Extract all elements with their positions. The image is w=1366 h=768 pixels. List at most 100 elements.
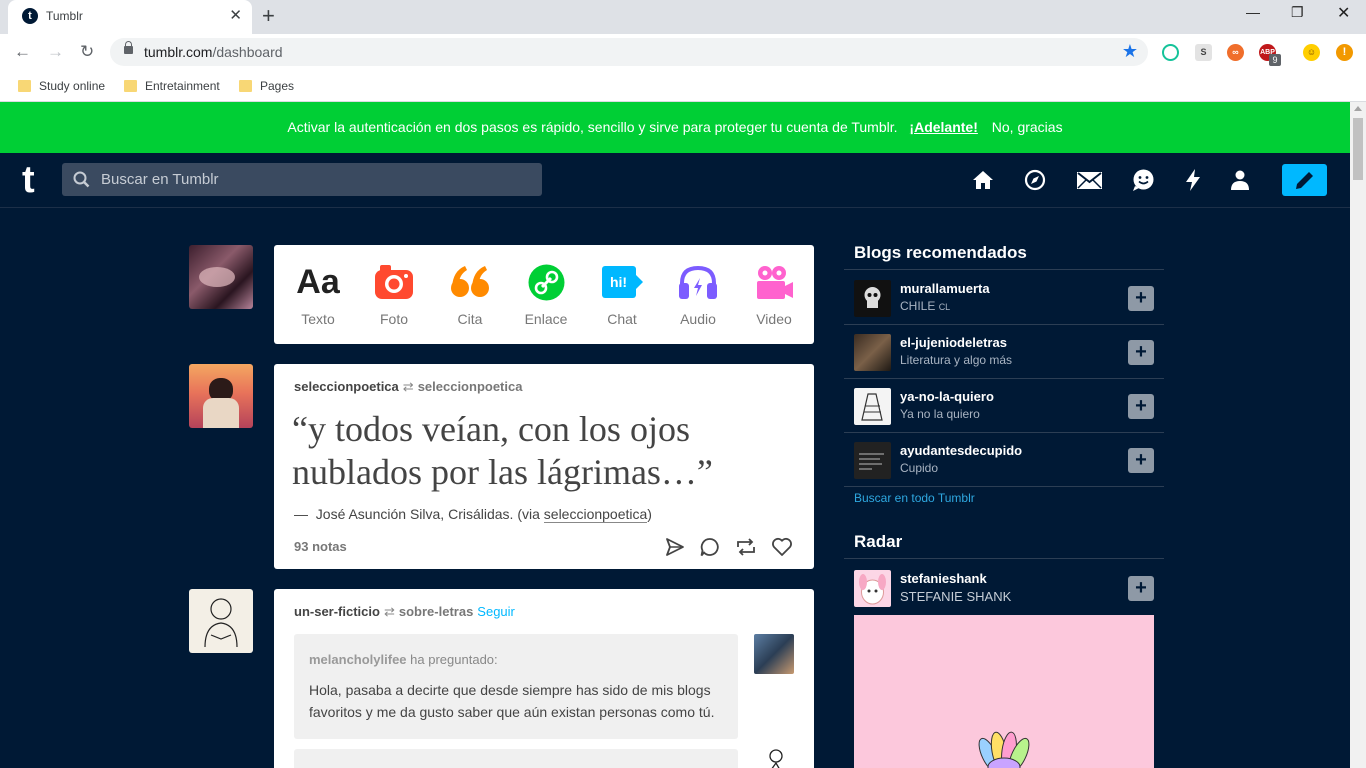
explore-icon[interactable]	[1024, 169, 1046, 191]
address-bar[interactable]: tumblr.com/dashboard ★	[110, 38, 1148, 66]
post-type-quote[interactable]: Cita	[435, 263, 505, 327]
account-icon[interactable]	[1231, 170, 1249, 190]
browser-toolbar: ← → ↻ tumblr.com/dashboard ★ S ∞ ABP 9 ☺…	[0, 34, 1366, 70]
blog-name[interactable]: el-jujeniodeletras	[900, 335, 1007, 350]
post-header: seleccionpoetica ⇄ seleccionpoetica	[294, 379, 522, 395]
radar-title: Radar	[854, 532, 903, 551]
notes-count[interactable]: 93 notas	[294, 539, 347, 554]
infinity-extension-icon[interactable]: ∞	[1227, 44, 1244, 61]
bookmark-star-icon[interactable]: ★	[1122, 41, 1138, 62]
banner-cta-link[interactable]: ¡Adelante!	[909, 119, 977, 135]
via-link[interactable]: seleccionpoetica	[543, 506, 648, 523]
post-header: un-ser-ficticio ⇄ sobre-letras Seguir	[294, 604, 515, 620]
recommended-blog-item[interactable]: el-jujeniodeletras Literatura y algo más…	[844, 325, 1164, 379]
recommended-blog-item[interactable]: murallamuerta CHILE CL +	[844, 271, 1164, 325]
share-icon[interactable]	[665, 537, 685, 557]
tab-title: Tumblr	[46, 9, 83, 23]
tab-close-icon[interactable]: ✕	[229, 7, 242, 25]
banner-dismiss-link[interactable]: No, gracias	[992, 119, 1063, 135]
post-type-video[interactable]: Video	[739, 263, 809, 327]
bookmark-entretainment[interactable]: Entretainment	[124, 78, 220, 94]
headphones-icon	[663, 263, 733, 301]
reblog-source-name[interactable]: seleccionpoetica	[418, 379, 523, 394]
ask-bubble: melancholylifee ha preguntado: Hola, pas…	[294, 634, 738, 739]
reblog-source-name[interactable]: sobre-letras	[399, 604, 473, 619]
follow-plus-button[interactable]: +	[1128, 340, 1154, 365]
user-avatar[interactable]	[189, 245, 253, 309]
recommended-blogs-title: Blogs recomendados	[854, 243, 1027, 262]
page-scrollbar[interactable]	[1350, 102, 1366, 768]
post-quote-card: seleccionpoetica ⇄ seleccionpoetica “y tod…	[274, 364, 814, 569]
post-type-bar: Aa Texto Foto Cita Enlace hi! Chat Audio…	[274, 245, 814, 344]
reply-icon[interactable]	[700, 537, 720, 557]
ask-answer-bubble	[294, 749, 738, 768]
follow-plus-button[interactable]: +	[1128, 448, 1154, 473]
ask-text: Hola, pasaba a decirte que desde siempre…	[309, 682, 715, 720]
post-blog-name[interactable]: seleccionpoetica	[294, 379, 399, 394]
restore-icon[interactable]: ❐	[1291, 4, 1304, 21]
divider	[844, 269, 1164, 270]
asker-name[interactable]: melancholylifee	[309, 652, 407, 667]
post-type-audio[interactable]: Audio	[663, 263, 733, 327]
scroll-up-arrow-icon[interactable]	[1354, 106, 1362, 111]
follow-plus-button[interactable]: +	[1128, 286, 1154, 311]
window-close-icon[interactable]: ✕	[1337, 3, 1350, 23]
smiley-extension-icon[interactable]: ☺	[1303, 44, 1320, 61]
like-heart-icon[interactable]	[771, 537, 793, 557]
post-blog-name[interactable]: un-ser-ficticio	[294, 604, 380, 619]
blog-name[interactable]: ya-no-la-quiero	[900, 389, 994, 404]
messaging-icon[interactable]	[1132, 169, 1155, 191]
follow-link[interactable]: Seguir	[477, 604, 515, 619]
bookmark-pages[interactable]: Pages	[239, 78, 294, 94]
quote-source: — José Asunción Silva, Crisálidas. (via …	[294, 506, 652, 523]
recommended-blog-item[interactable]: ya-no-la-quiero Ya no la quiero +	[844, 379, 1164, 433]
activity-lightning-icon[interactable]	[1185, 169, 1201, 191]
blog-avatar	[854, 442, 891, 479]
tumblr-favicon-icon: t	[22, 8, 38, 24]
compose-button[interactable]	[1282, 164, 1327, 196]
asker-avatar[interactable]	[754, 634, 794, 674]
radar-post-image[interactable]	[854, 615, 1154, 768]
forward-icon[interactable]: →	[47, 42, 64, 62]
browser-tab[interactable]: t Tumblr ✕	[8, 0, 252, 34]
blog-name[interactable]: murallamuerta	[900, 281, 990, 296]
reblog-small-icon: ⇄	[402, 379, 414, 394]
follow-plus-button[interactable]: +	[1128, 576, 1154, 601]
post-type-photo[interactable]: Foto	[359, 263, 429, 327]
reload-icon[interactable]: ↻	[80, 42, 94, 62]
explore-all-tumblr-link[interactable]: Buscar en todo Tumblr	[854, 491, 975, 505]
inbox-icon[interactable]	[1077, 172, 1102, 189]
update-alert-icon[interactable]: !	[1336, 44, 1353, 61]
new-tab-icon[interactable]: +	[262, 5, 275, 27]
tumblr-logo[interactable]: t	[22, 159, 35, 201]
blog-avatar-seleccionpoetica[interactable]	[189, 364, 253, 428]
post-type-text[interactable]: Aa Texto	[283, 263, 353, 328]
url-text: tumblr.com/dashboard	[144, 44, 283, 60]
grammarly-extension-icon[interactable]	[1162, 44, 1179, 61]
scroll-thumb[interactable]	[1353, 118, 1363, 180]
reblog-icon[interactable]	[735, 537, 757, 557]
recommended-blog-item[interactable]: ayudantesdecupido Cupido +	[844, 433, 1164, 487]
chat-icon: hi!	[587, 263, 657, 301]
bookmark-study-online[interactable]: Study online	[18, 78, 105, 94]
blog-subtitle: Ya no la quiero	[900, 407, 980, 421]
radar-blog-item[interactable]: stefanieshank STEFANIE SHANK +	[844, 561, 1164, 615]
blog-avatar	[854, 388, 891, 425]
home-icon[interactable]	[972, 170, 994, 190]
s-extension-icon[interactable]: S	[1195, 44, 1212, 61]
blog-avatar-un-ser-ficticio[interactable]	[189, 589, 253, 653]
link-icon	[511, 263, 581, 301]
minimize-icon[interactable]: —	[1246, 4, 1260, 20]
follow-plus-button[interactable]: +	[1128, 394, 1154, 419]
blog-name[interactable]: ayudantesdecupido	[900, 443, 1022, 458]
search-input[interactable]: Buscar en Tumblr	[62, 163, 542, 196]
divider	[844, 558, 1164, 559]
blog-name[interactable]: stefanieshank	[900, 571, 987, 586]
post-type-link[interactable]: Enlace	[511, 263, 581, 327]
answerer-avatar[interactable]	[754, 747, 794, 768]
post-type-chat[interactable]: hi! Chat	[587, 263, 657, 327]
back-icon[interactable]: ←	[14, 42, 31, 62]
reblog-small-icon: ⇄	[383, 604, 395, 619]
camera-icon	[359, 263, 429, 301]
two-factor-banner: Activar la autenticación en dos pasos es…	[0, 102, 1350, 153]
